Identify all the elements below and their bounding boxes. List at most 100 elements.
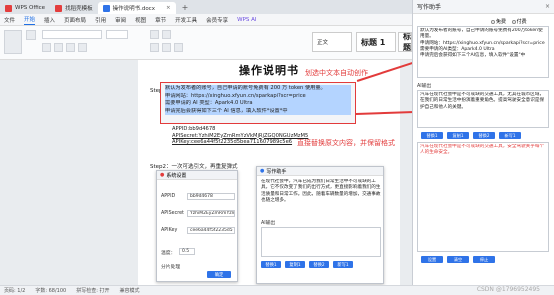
assistant-content: 在现代社会中，汽车已成为我们日常生活中不可或缺的工具，它不仅改变了我们的出行方式… — [261, 179, 381, 203]
font-family-select[interactable] — [42, 30, 102, 39]
append-button[interactable]: 替换2 — [309, 261, 329, 268]
wps-logo-icon — [5, 4, 12, 12]
menu-item-layout[interactable]: 页面布局 — [64, 16, 86, 24]
numbering-button[interactable] — [162, 30, 171, 39]
set-button[interactable]: 设置 — [421, 256, 443, 263]
replace1-button[interactable]: 替换1 — [421, 132, 443, 139]
annotation-top: 划选中文本自动创作 — [305, 69, 368, 77]
menu-item-home[interactable]: 开始 — [24, 15, 36, 25]
confirm-button[interactable]: 确定 — [207, 271, 231, 278]
format-painter-button[interactable] — [26, 30, 36, 40]
italic-button[interactable] — [54, 43, 63, 52]
menu-item-file[interactable]: 文件 — [4, 16, 15, 24]
step2-label: Step2：一次可选引文，再重复弹式 — [150, 164, 238, 170]
code-line: 需要申请的 AI 类型：Apark4.0 Ultra — [165, 100, 351, 108]
tab-label: 找稻壳模板 — [65, 6, 93, 12]
style-heading-1[interactable]: 标题 1 — [356, 32, 396, 52]
copy-button[interactable]: 复制1 — [285, 261, 305, 268]
red-output-text: 汽车在现代社会中是不可或缺的交通工具，安全驾驶关乎每个人的生命安全。 — [420, 144, 545, 156]
underline-button[interactable] — [66, 43, 75, 52]
menu-item-devtools[interactable]: 开发工具 — [175, 16, 197, 24]
apisecret-label: APISecret — [161, 211, 184, 216]
radio-paid[interactable] — [511, 19, 516, 24]
status-bar: 页码: 1/2 字数: 68/100 拼写检查: 打开 兼容模式 — [0, 285, 554, 295]
paste-button[interactable] — [4, 30, 22, 54]
dialog-header: ● 系统设置 — [157, 171, 237, 180]
ai-output-label: AI输出 — [417, 84, 432, 89]
assistant-dialog: ● 写作助手 在现代社会中，汽车已成为我们日常生活中不可或缺的工具，它不仅改变了… — [256, 166, 384, 284]
new-write-button[interactable]: 新写1 — [499, 132, 521, 139]
menu-item-member[interactable]: 会员专享 — [206, 16, 228, 24]
tab-template[interactable]: 找稻壳模板 — [50, 2, 98, 14]
appid-label: APPID — [161, 194, 176, 199]
status-spell[interactable]: 拼写检查: 打开 — [76, 287, 109, 294]
code-line: 申请网站：https://xinghuo.xfyun.cn/sparkapi?s… — [165, 92, 351, 101]
ribbon-toolbar: 正文 标题 1 标题 — [0, 26, 412, 60]
new-button[interactable]: 新写1 — [333, 261, 353, 268]
menu-item-wps-ai[interactable]: WPS AI — [237, 17, 256, 23]
mode-free-label: 免费 — [496, 19, 507, 25]
menu-item-insert[interactable]: 插入 — [44, 16, 55, 24]
menu-item-reference[interactable]: 引用 — [95, 16, 106, 24]
replace-button[interactable]: 替换1 — [261, 261, 281, 268]
apikey-label: APIKey — [161, 228, 178, 233]
copy1-button[interactable]: 复制1 — [447, 132, 469, 139]
input-after-text: 申请完后会获得如下三个AI信息，填入软件"设置"中 — [420, 53, 526, 59]
tab-document[interactable]: 操作说明书.docx × — [97, 2, 176, 14]
mode-paid-label: 付费 — [516, 19, 527, 25]
mode-radio-group: 免费 付费 — [491, 18, 527, 25]
page-title: 操作说明书 — [239, 64, 299, 77]
writing-assistant-panel: 写作助手 × 免费 付费 默认为发布者的账号，自己申请的账号免费有200万tok… — [412, 0, 554, 285]
dialog-title: 系统设置 — [166, 172, 187, 179]
close-icon[interactable]: × — [545, 3, 550, 10]
menu-item-view[interactable]: 视图 — [135, 16, 146, 24]
panel-header: 写作助手 × — [413, 0, 554, 14]
word-doc-icon — [102, 4, 110, 12]
align-right-button[interactable] — [174, 43, 183, 52]
assistant-icon: ● — [260, 168, 265, 174]
ai-output-label: AI输出 — [261, 221, 276, 226]
bold-button[interactable] — [42, 43, 51, 52]
stop-button[interactable]: 停止 — [473, 256, 495, 263]
appid-field[interactable]: bb9d4678 — [187, 193, 235, 200]
radio-free[interactable] — [491, 19, 495, 24]
temperature-field[interactable]: 0.5 — [179, 248, 195, 255]
template-icon — [55, 4, 63, 12]
dialog-title: 写作助手 — [266, 168, 287, 175]
api-info-block: APPID:bb9d4678 APISecret:YzhiM2EyZmRmYzV… — [172, 126, 308, 146]
menu-item-review[interactable]: 审阅 — [115, 16, 126, 24]
bullets-button[interactable] — [150, 30, 159, 39]
align-center-button[interactable] — [162, 43, 171, 52]
section-label: 分片处理 — [161, 265, 181, 270]
close-icon[interactable]: × — [166, 5, 171, 11]
status-page: 页码: 1/2 — [4, 288, 26, 294]
tab-label: WPS Office — [15, 5, 46, 11]
clear-button[interactable]: 清空 — [447, 256, 469, 263]
tab-label: 操作说明书.docx — [112, 6, 155, 12]
font-color-button[interactable] — [78, 43, 87, 52]
font-size-select[interactable] — [106, 30, 128, 39]
tab-wps-office[interactable]: WPS Office — [0, 2, 50, 14]
ai-output-text-2: 汽车在现代社会中是不可或缺的交通工具，安全驾驶关乎每个人的生命安全。 — [420, 144, 546, 250]
replace2-button[interactable]: 替换2 — [473, 132, 495, 139]
style-heading-2[interactable]: 标题 — [398, 32, 412, 52]
status-mode: 兼容模式 — [119, 288, 140, 294]
style-normal[interactable]: 正文 — [312, 32, 352, 52]
ai-output-text: 汽车在现代社会中是不可或缺的交通工具，尤其在城市区域，在我们的日常生活中扮演着重… — [420, 92, 545, 110]
annotation-bottom: 直接替换原文内容，并保留格式 — [297, 139, 395, 147]
align-left-button[interactable] — [150, 43, 159, 52]
apisecret-field[interactable]: YzhiM2EyZmRmYzVk — [187, 210, 235, 217]
new-tab-icon[interactable]: + — [182, 3, 189, 12]
input-header-text: 默认为发布者的账号，自己申请的账号免费有200万token使用量。 — [420, 28, 543, 40]
apikey-line: APIKey:cee6a44f5f2235d5bea711607989c5e6 — [172, 139, 293, 145]
selected-text-block[interactable]: 默认为发布者的账号，自己申请的账号免费有 200 万 token 使用量。 申请… — [160, 82, 356, 124]
code-line: 申请完后会获得如下三个 AI 信息，填入软件*设置*中 — [165, 107, 351, 116]
code-line: 默认为发布者的账号，自己申请的账号免费有 200 万 token 使用量。 — [165, 85, 351, 93]
status-words[interactable]: 字数: 68/100 — [35, 287, 66, 294]
ai-output-box[interactable] — [261, 227, 381, 257]
apikey-field[interactable]: cee6a44f5f2235d5 — [187, 227, 235, 234]
menu-item-chapter[interactable]: 章节 — [155, 16, 166, 24]
dialog-header: ● 写作助手 — [257, 167, 383, 176]
settings-dialog: ● 系统设置 APPID bb9d4678 APISecret YzhiM2Ey… — [156, 170, 238, 282]
temperature-label: 温度： — [161, 251, 176, 256]
